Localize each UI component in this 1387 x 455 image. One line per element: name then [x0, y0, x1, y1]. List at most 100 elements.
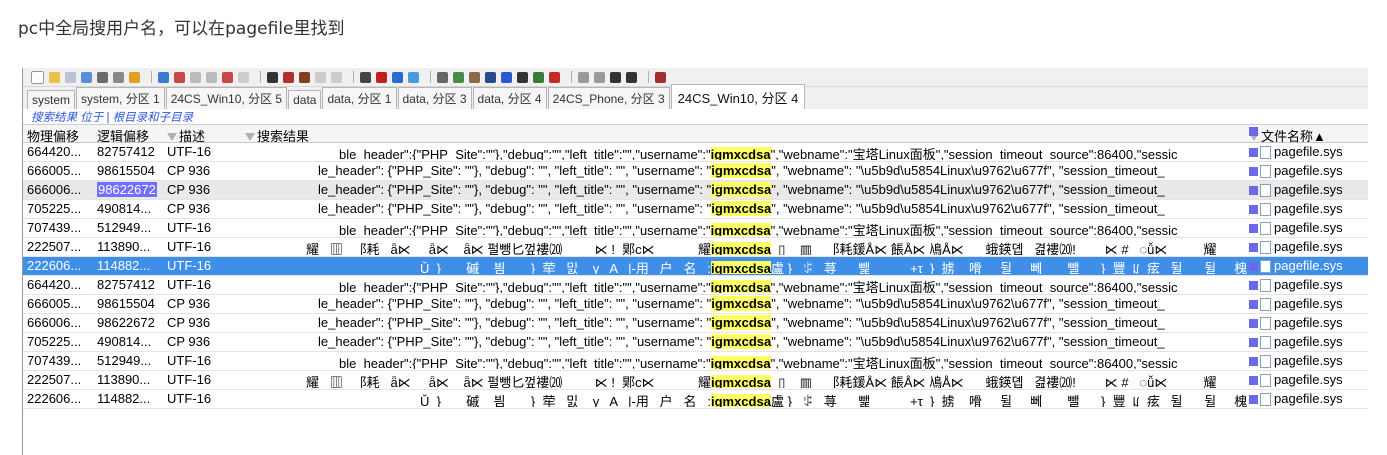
toolbar-separator: [353, 71, 354, 83]
color-square-icon: [1249, 281, 1258, 291]
filter-icon[interactable]: [245, 133, 255, 141]
tab-item[interactable]: data, 分区 4: [472, 87, 547, 109]
tab-item[interactable]: system: [27, 90, 76, 109]
tab-item[interactable]: data: [288, 90, 322, 109]
view-a-icon[interactable]: [578, 71, 589, 83]
goto-offset-icon[interactable]: [360, 71, 371, 83]
table-row[interactable]: 222606... 114882... UTF-16 Ǔ } 磩 븸 } 荦 밄 y …: [23, 257, 1368, 276]
tab-item[interactable]: data, 分区 1: [322, 87, 397, 109]
tool-e-icon[interactable]: [517, 71, 528, 83]
save-icon[interactable]: [65, 71, 76, 83]
paste-special-icon[interactable]: [222, 71, 233, 83]
search-result-text: le_header": {"PHP_Site": ""}, "debug": "…: [318, 182, 1165, 197]
new-file-icon[interactable]: [31, 70, 44, 84]
filename-cell: pagefile.sys: [1249, 296, 1368, 312]
pack-icon[interactable]: [129, 71, 140, 83]
find-text-icon[interactable]: [283, 71, 294, 83]
result-context-before: le_header": {"PHP_Site": ""}, "debug": "…: [318, 163, 712, 178]
description-cell: CP 936: [167, 163, 211, 178]
table-row[interactable]: 666005... 98615504 CP 936 le_header": {"PHP…: [23, 162, 1368, 181]
table-row[interactable]: 222606... 114882... UTF-16 Ǔ } 磩 븸 } 荦 밄 y …: [23, 390, 1368, 409]
search-result-text: le_header": {"PHP_Site": ""}, "debug": "…: [318, 296, 1165, 311]
matched-keyword: igmxcdsa: [710, 356, 771, 369]
replace-hex-icon[interactable]: [331, 71, 342, 83]
result-context-before: le_header": {"PHP_Site": ""}, "debug": "…: [318, 334, 712, 349]
logical-offset-cell: 512949...: [97, 220, 152, 235]
open-folder-icon[interactable]: [49, 71, 60, 83]
goto-sector-icon[interactable]: [376, 71, 387, 83]
search-result-text: Ǔ } 磩 븸 } 荦 밄 y A |-用 户 名 :igmxcdsa盧 } ꌒ…: [420, 258, 1247, 274]
zoom-icon[interactable]: [501, 71, 512, 83]
table-row[interactable]: 222507... 113890... UTF-16 耀 ▥ ⻏耗 ǟ⋉ ǟ⋉ ǟ⋉ …: [23, 238, 1368, 257]
paste-icon[interactable]: [206, 71, 217, 83]
cut-icon[interactable]: [174, 71, 185, 83]
search-result-cell: 耀 ▥ ⻏耗 ǟ⋉ ǟ⋉ ǟ⋉ 펄뺑⼔껖褸⒇ ⋉ ! 郹c⋉ 耀igmxcdsa…: [241, 239, 1247, 255]
table-row[interactable]: 707439... 512949... UTF-16 ble_header":{"PH…: [23, 219, 1368, 238]
tool-a-icon[interactable]: [437, 71, 448, 83]
table-row[interactable]: 707439... 512949... UTF-16 ble_header":{"PH…: [23, 352, 1368, 371]
tab-item[interactable]: 24CS_Phone, 分区 3: [547, 87, 670, 109]
tab-item[interactable]: data, 分区 3: [397, 87, 472, 109]
device-icon[interactable]: [113, 71, 124, 83]
color-square-icon: [1249, 262, 1258, 272]
table-row[interactable]: 222507... 113890... UTF-16 耀 ▥ ⻏耗 ǟ⋉ ǟ⋉ ǟ⋉ …: [23, 371, 1368, 390]
table-row[interactable]: 666006... 98622672 CP 936 le_header": {"PHP…: [23, 181, 1368, 200]
filename-cell: pagefile.sys: [1249, 258, 1368, 274]
next-icon[interactable]: [626, 71, 637, 83]
search-result-cell: le_header": {"PHP_Site": ""}, "debug": "…: [241, 315, 1247, 331]
view-b-icon[interactable]: [594, 71, 605, 83]
tool-f-icon[interactable]: [533, 71, 544, 83]
tab-item[interactable]: system, 分区 1: [76, 87, 165, 109]
physical-offset-cell: 222507...: [27, 239, 82, 254]
replace-icon[interactable]: [315, 71, 326, 83]
tool-g-icon[interactable]: [549, 71, 560, 83]
color-square-icon: [1249, 357, 1258, 367]
table-row[interactable]: 666005... 98615504 CP 936 le_header": {"PHP…: [23, 295, 1368, 314]
find-icon[interactable]: [267, 71, 278, 83]
search-result-text: ble_header":{"PHP_Site":""},"debug":"","…: [339, 220, 1177, 236]
table-row[interactable]: 666006... 98622672 CP 936 le_header": {"PHP…: [23, 314, 1368, 333]
file-icon: [1260, 184, 1271, 198]
logical-offset-cell: 98615504: [97, 163, 155, 178]
filename-label: pagefile.sys: [1274, 239, 1343, 254]
color-square-icon: [1249, 319, 1258, 329]
forward-icon[interactable]: [408, 71, 419, 83]
physical-offset-cell: 666006...: [27, 182, 82, 197]
tab-item[interactable]: 24CS_Win10, 分区 4: [670, 84, 806, 109]
filename-label: pagefile.sys: [1274, 258, 1343, 273]
color-square-icon: [1249, 243, 1258, 253]
filename-label: pagefile.sys: [1274, 315, 1343, 330]
filter-icon[interactable]: [167, 133, 177, 141]
tool-b-icon[interactable]: [453, 71, 464, 83]
find-hex-icon[interactable]: [299, 71, 310, 83]
logical-offset-cell: 114882...: [97, 258, 151, 273]
color-square-icon: [1249, 167, 1258, 177]
result-context-after: ", "webname": "\u5b9d\u5854Linux\u9762\u…: [771, 334, 1165, 349]
search-result-text: ble_header":{"PHP_Site":""},"debug":"","…: [339, 277, 1177, 293]
search-result-text: ble_header":{"PHP_Site":""},"debug":"","…: [339, 144, 1177, 160]
clipboard-icon[interactable]: [238, 71, 249, 83]
tool-d-icon[interactable]: [485, 71, 496, 83]
description-cell: CP 936: [167, 334, 211, 349]
copy-icon[interactable]: [190, 71, 201, 83]
tab-item[interactable]: 24CS_Win10, 分区 5: [165, 87, 288, 109]
table-body: 664420... 82757412 UTF-16 ble_header":{"PHP…: [23, 143, 1368, 409]
filename-label: pagefile.sys: [1274, 372, 1343, 387]
physical-offset-cell: 222507...: [27, 372, 82, 387]
table-row[interactable]: 705225... 490814... CP 936 le_header": {"PH…: [23, 333, 1368, 352]
description-cell: CP 936: [167, 296, 211, 311]
table-row[interactable]: 664420... 82757412 UTF-16 ble_header":{"PHP…: [23, 143, 1368, 162]
help-icon[interactable]: [655, 71, 666, 83]
tool-c-icon[interactable]: [469, 71, 480, 83]
table-row[interactable]: 705225... 490814... CP 936 le_header": {"PH…: [23, 200, 1368, 219]
camera-icon[interactable]: [97, 71, 108, 83]
back-icon[interactable]: [392, 71, 403, 83]
matched-keyword: igmxcdsa: [710, 280, 771, 293]
filename-label: pagefile.sys: [1274, 296, 1343, 311]
disk-icon[interactable]: [81, 71, 92, 83]
table-row[interactable]: 664420... 82757412 UTF-16 ble_header":{"PHP…: [23, 276, 1368, 295]
result-context-after: ▯ ▥ ⻏耗鍰Å⋉ 餦Å⋉ 鳰Å⋉ 蛾鍈뎹 겶褸⒇! ⋉ # ◌ǚ⋉ 耀: [770, 242, 1217, 255]
prev-icon[interactable]: [610, 71, 621, 83]
logical-offset-cell: 113890...: [97, 372, 151, 387]
undo-icon[interactable]: [158, 71, 169, 83]
